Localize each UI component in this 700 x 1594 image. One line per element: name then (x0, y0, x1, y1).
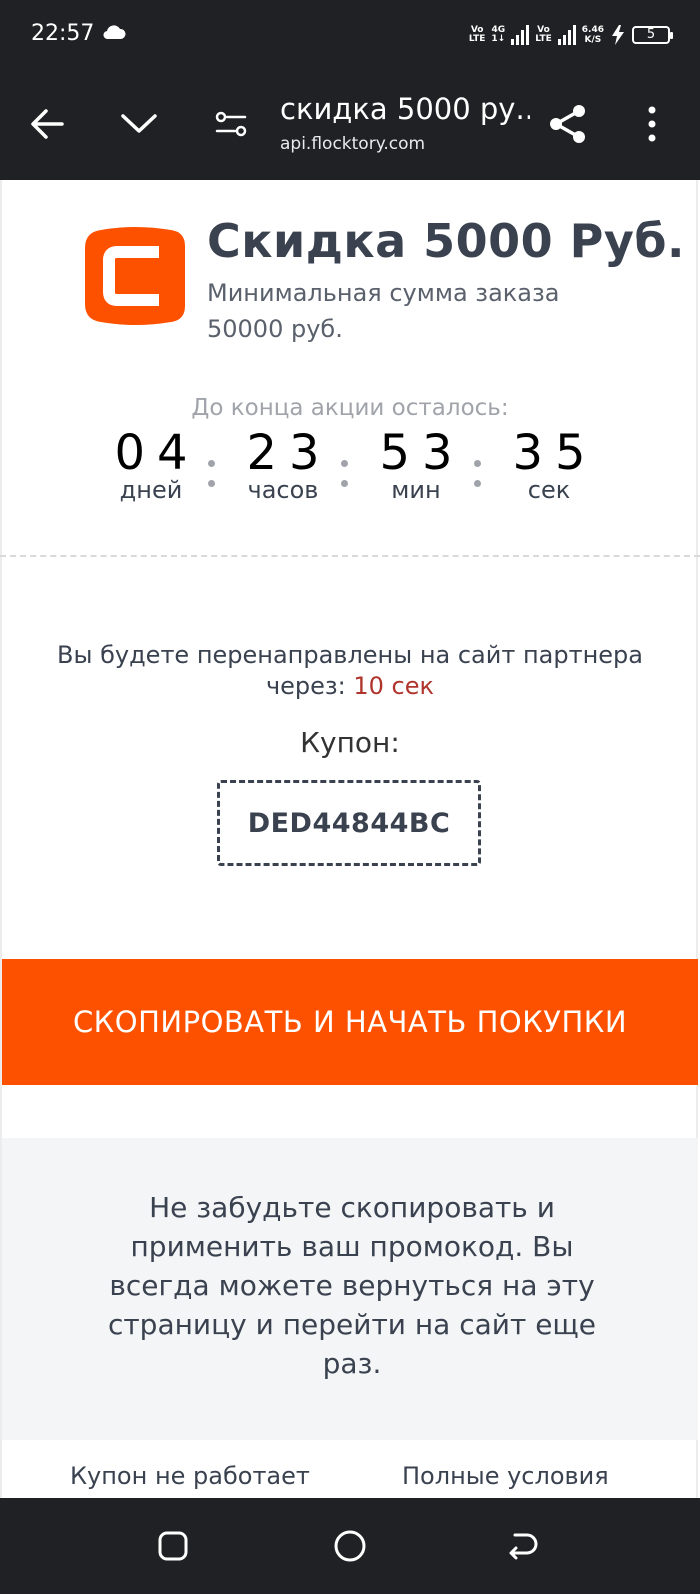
full-terms-link[interactable]: Полные условия (402, 1462, 609, 1490)
tune-icon (215, 111, 247, 137)
coupon-label: Купон: (300, 726, 400, 759)
redirect-notice: Вы будете перенаправлены на сайт партнер… (20, 640, 680, 702)
arrow-left-icon (31, 109, 64, 139)
volte-bottom: LTE (468, 34, 486, 44)
network-type-bottom: 1↓ (491, 34, 506, 44)
volte-indicator: Vo LTE (469, 26, 486, 44)
coupon-code[interactable]: DED44844BC (217, 780, 481, 866)
charging-icon (612, 25, 624, 45)
page-content: Скидка 5000 Руб. Минимальная сумма заказ… (0, 180, 700, 1498)
offer-title: Скидка 5000 Руб. (207, 214, 685, 268)
return-icon (509, 1533, 538, 1560)
footer-links: Купон не работает Полные условия (0, 1462, 700, 1498)
volte-indicator-2: Vo LTE (535, 26, 552, 44)
share-icon (550, 105, 585, 143)
square-icon (158, 1531, 188, 1561)
countdown-days-value: 04 (114, 425, 200, 481)
cloud-icon (103, 25, 126, 39)
collapse-button[interactable] (117, 102, 161, 146)
circle-icon (334, 1530, 366, 1562)
status-bar: 22:57 Vo LTE 4G 1↓ Vo LTE 6.46 K/S 5 (0, 0, 700, 72)
signal-icon-2 (557, 25, 576, 45)
countdown-separator (473, 460, 481, 500)
countdown-minutes-value: 53 (379, 425, 465, 481)
page-url[interactable]: api.flocktory.com (280, 134, 425, 154)
reminder-panel: Не забудьте скопировать и применить ваш … (2, 1138, 698, 1440)
network-type-indicator: 4G 1↓ (491, 26, 505, 44)
menu-button[interactable] (630, 102, 674, 146)
recents-button[interactable] (153, 1526, 193, 1566)
page-title[interactable]: скидка 5000 ру... (280, 92, 530, 126)
countdown-separator (340, 460, 348, 500)
system-indicators: Vo LTE 4G 1↓ Vo LTE 6.46 K/S 5 (469, 22, 673, 48)
countdown-hours-value: 23 (246, 425, 332, 481)
countdown-minutes: 53 мин (361, 425, 471, 503)
back-button[interactable] (25, 102, 69, 146)
chevron-down-icon (121, 114, 157, 133)
countdown-separator (207, 460, 215, 500)
network-speed-value: 6.46 (581, 25, 604, 35)
status-time: 22:57 (31, 21, 95, 46)
more-vertical-icon (648, 106, 656, 142)
volte-2-bottom: LTE (535, 34, 552, 44)
system-back-button[interactable] (503, 1526, 543, 1566)
countdown-days: 04 дней (96, 425, 206, 503)
signal-icon (511, 25, 530, 45)
browser-toolbar: скидка 5000 ру... api.flocktory.com (0, 72, 700, 180)
reminder-text: Не забудьте скопировать и применить ваш … (107, 1191, 597, 1380)
coupon-not-working-link[interactable]: Купон не работает (70, 1462, 310, 1490)
home-button[interactable] (330, 1526, 370, 1566)
brand-logo (85, 227, 185, 325)
countdown-hours: 23 часов (228, 425, 338, 503)
countdown-label: До конца акции осталось: (191, 395, 509, 421)
section-divider (0, 555, 700, 557)
battery-icon: 5 (632, 26, 673, 44)
share-button[interactable] (546, 102, 590, 146)
network-speed: 6.46 K/S (582, 25, 604, 45)
redirect-text: Вы будете перенаправлены на сайт партнер… (57, 641, 643, 700)
redirect-timer: 10 сек (353, 672, 435, 700)
countdown-seconds-value: 35 (512, 425, 598, 481)
network-speed-unit: K/S (584, 35, 602, 45)
countdown-seconds: 35 сек (494, 425, 604, 503)
copy-and-shop-button[interactable]: СКОПИРОВАТЬ И НАЧАТЬ ПОКУПКИ (2, 959, 698, 1085)
battery-level: 5 (646, 27, 656, 42)
system-nav-bar (0, 1498, 700, 1594)
page-settings-button[interactable] (209, 102, 253, 146)
offer-subtitle: Минимальная сумма заказа 50000 руб. (207, 279, 560, 343)
